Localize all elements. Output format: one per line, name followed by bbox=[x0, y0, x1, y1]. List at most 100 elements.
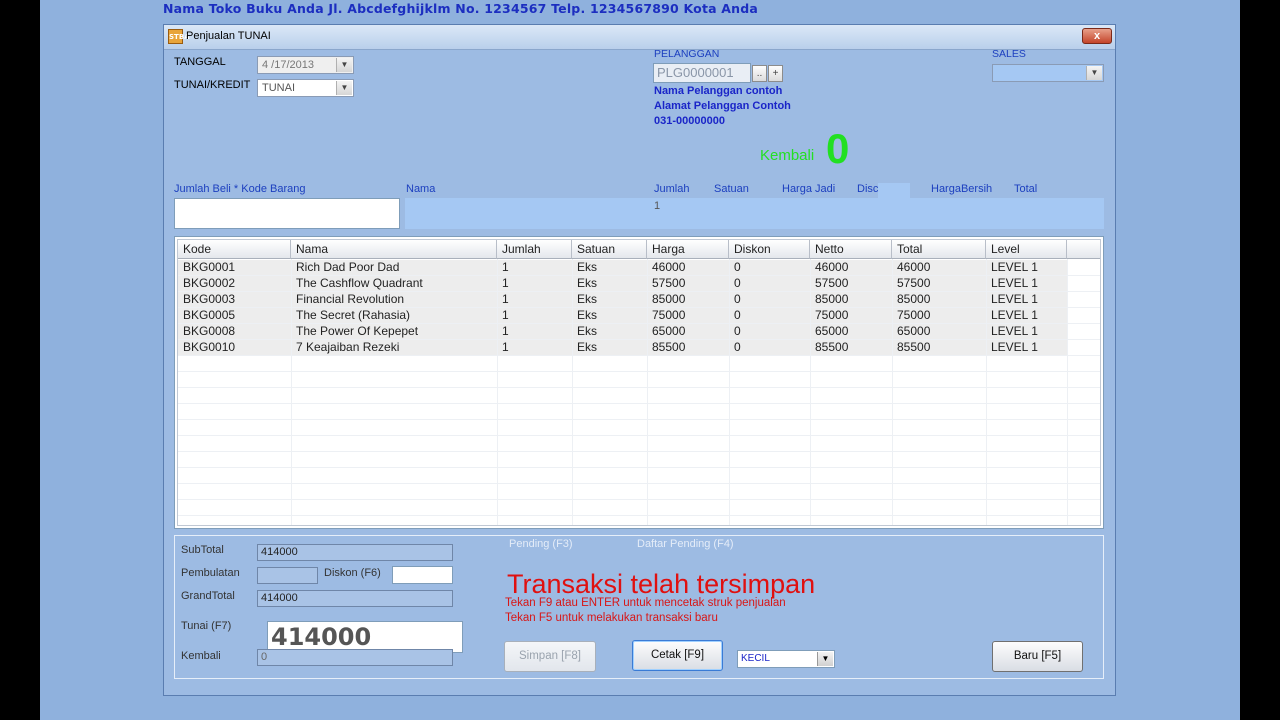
add-customer-button[interactable]: + bbox=[768, 65, 783, 82]
table-cell: Eks bbox=[577, 308, 598, 322]
grid-column-line bbox=[1067, 259, 1068, 525]
window-title: Penjualan TUNAI bbox=[186, 30, 271, 42]
baru-button[interactable]: Baru [F5] bbox=[992, 641, 1083, 672]
entry-nama-label: Nama bbox=[406, 183, 436, 195]
sales-select[interactable]: ▼ bbox=[992, 64, 1104, 82]
tanggal-label: TANGGAL bbox=[174, 56, 226, 68]
grid-line bbox=[178, 307, 1100, 308]
hint-print: Tekan F9 atau ENTER untuk mencetak struk… bbox=[505, 597, 786, 609]
tunai-kredit-select[interactable]: TUNAI ▼ bbox=[257, 79, 354, 97]
grid-line bbox=[178, 499, 1100, 500]
chevron-down-icon[interactable]: ▼ bbox=[1086, 66, 1102, 80]
close-button[interactable]: x bbox=[1082, 28, 1112, 44]
tanggal-date-picker[interactable]: 4 /17/2013 ▼ bbox=[257, 56, 354, 74]
column-header-level[interactable]: Level bbox=[986, 240, 1067, 259]
pending-link[interactable]: Pending (F3) bbox=[509, 538, 573, 550]
table-cell: 75000 bbox=[652, 308, 686, 322]
chevron-down-icon[interactable]: ▼ bbox=[817, 652, 833, 666]
status-message: Transaksi telah tersimpan bbox=[507, 569, 816, 599]
chevron-down-icon[interactable]: ▼ bbox=[336, 81, 352, 95]
chevron-down-icon[interactable]: ▼ bbox=[336, 58, 352, 72]
diskon-field[interactable] bbox=[392, 566, 453, 584]
table-cell: LEVEL 1 bbox=[991, 292, 1038, 306]
grid-line bbox=[178, 387, 1100, 388]
table-cell: The Secret (Rahasia) bbox=[296, 308, 411, 322]
column-header-total[interactable]: Total bbox=[892, 240, 986, 259]
column-header-jumlah[interactable]: Jumlah bbox=[497, 240, 572, 259]
subtotal-label: SubTotal bbox=[181, 544, 224, 556]
column-header-satuan[interactable]: Satuan bbox=[572, 240, 647, 259]
kembali-value: 0 bbox=[826, 125, 850, 172]
column-header-filler bbox=[1067, 240, 1100, 259]
grid-line bbox=[178, 339, 1100, 340]
items-table[interactable]: Kode Nama Jumlah Satuan Harga Diskon Net… bbox=[174, 236, 1104, 529]
grid-line bbox=[178, 403, 1100, 404]
qty-code-label: Jumlah Beli * Kode Barang bbox=[174, 183, 306, 195]
table-cell: Financial Revolution bbox=[296, 292, 405, 306]
column-header-diskon[interactable]: Diskon bbox=[729, 240, 810, 259]
pelanggan-code-value: PLG0000001 bbox=[657, 65, 734, 80]
table-cell: 57500 bbox=[652, 276, 686, 290]
entry-total-label: Total bbox=[1014, 183, 1038, 195]
table-cell: Eks bbox=[577, 340, 598, 354]
grid-column-line bbox=[572, 259, 573, 525]
hint-new-transaction: Tekan F5 untuk melakukan transaksi baru bbox=[505, 612, 718, 624]
disc-indicator bbox=[878, 183, 910, 198]
entry-info-bar bbox=[405, 198, 1104, 229]
pelanggan-code-field[interactable]: PLG0000001 bbox=[653, 63, 751, 83]
column-header-kode[interactable]: Kode bbox=[178, 240, 291, 259]
table-cell: 85000 bbox=[652, 292, 686, 306]
pembulatan-field[interactable] bbox=[257, 567, 318, 584]
table-cell: BKG0002 bbox=[183, 276, 236, 290]
grandtotal-value: 414000 bbox=[261, 592, 298, 604]
items-table-body: Kode Nama Jumlah Satuan Harga Diskon Net… bbox=[177, 239, 1101, 526]
table-cell: 1 bbox=[502, 276, 509, 290]
entry-harga-jadi-label: Harga Jadi bbox=[782, 183, 836, 195]
qty-code-input[interactable] bbox=[174, 198, 400, 229]
table-cell: 85000 bbox=[815, 292, 849, 306]
grid-column-line bbox=[810, 259, 811, 525]
table-cell: 1 bbox=[502, 308, 509, 322]
column-header-netto[interactable]: Netto bbox=[810, 240, 892, 259]
table-cell: 65000 bbox=[815, 324, 849, 338]
table-cell: 85500 bbox=[652, 340, 686, 354]
table-cell: 0 bbox=[734, 324, 741, 338]
tunai-kredit-value: TUNAI bbox=[262, 82, 295, 94]
table-cell: 1 bbox=[502, 260, 509, 274]
diskon-label: Diskon (F6) bbox=[324, 567, 381, 579]
column-header-harga[interactable]: Harga bbox=[647, 240, 729, 259]
entry-jumlah-label: Jumlah bbox=[654, 183, 690, 195]
kembali-label: Kembali bbox=[760, 147, 815, 164]
grid-line bbox=[178, 291, 1100, 292]
cetak-button[interactable]: Cetak [F9] bbox=[632, 640, 723, 671]
sales-label: SALES bbox=[992, 48, 1026, 60]
table-cell: BKG0008 bbox=[183, 324, 236, 338]
table-cell: The Cashflow Quadrant bbox=[296, 276, 423, 290]
grid-line bbox=[178, 483, 1100, 484]
pembulatan-label: Pembulatan bbox=[181, 567, 240, 579]
table-cell: 85000 bbox=[897, 292, 931, 306]
subtotal-value: 414000 bbox=[261, 546, 298, 558]
table-cell: 0 bbox=[734, 340, 741, 354]
table-cell: 75000 bbox=[897, 308, 931, 322]
column-header-nama[interactable]: Nama bbox=[291, 240, 497, 259]
print-size-select[interactable]: KECIL ▼ bbox=[737, 650, 835, 668]
simpan-button[interactable]: Simpan [F8] bbox=[504, 641, 596, 672]
entry-satuan-label: Satuan bbox=[714, 183, 749, 195]
tanggal-value: 4 /17/2013 bbox=[262, 59, 314, 71]
title-bar[interactable]: STBA Penjualan TUNAI x bbox=[164, 25, 1115, 50]
table-cell: 85500 bbox=[815, 340, 849, 354]
table-cell: Eks bbox=[577, 324, 598, 338]
table-cell: 0 bbox=[734, 260, 741, 274]
table-cell: 1 bbox=[502, 324, 509, 338]
customer-phone: 031-00000000 bbox=[654, 115, 725, 127]
entry-disc-label: Disc bbox=[857, 183, 879, 195]
payment-panel: SubTotal 414000 Pembulatan Diskon (F6) G… bbox=[174, 535, 1104, 679]
pelanggan-label: PELANGGAN bbox=[654, 48, 720, 60]
daftar-pending-link[interactable]: Daftar Pending (F4) bbox=[637, 538, 734, 550]
grid-column-line bbox=[291, 259, 292, 525]
table-cell: LEVEL 1 bbox=[991, 276, 1038, 290]
browse-customer-button[interactable]: .. bbox=[752, 65, 767, 82]
table-cell: 46000 bbox=[652, 260, 686, 274]
grid-line bbox=[178, 451, 1100, 452]
